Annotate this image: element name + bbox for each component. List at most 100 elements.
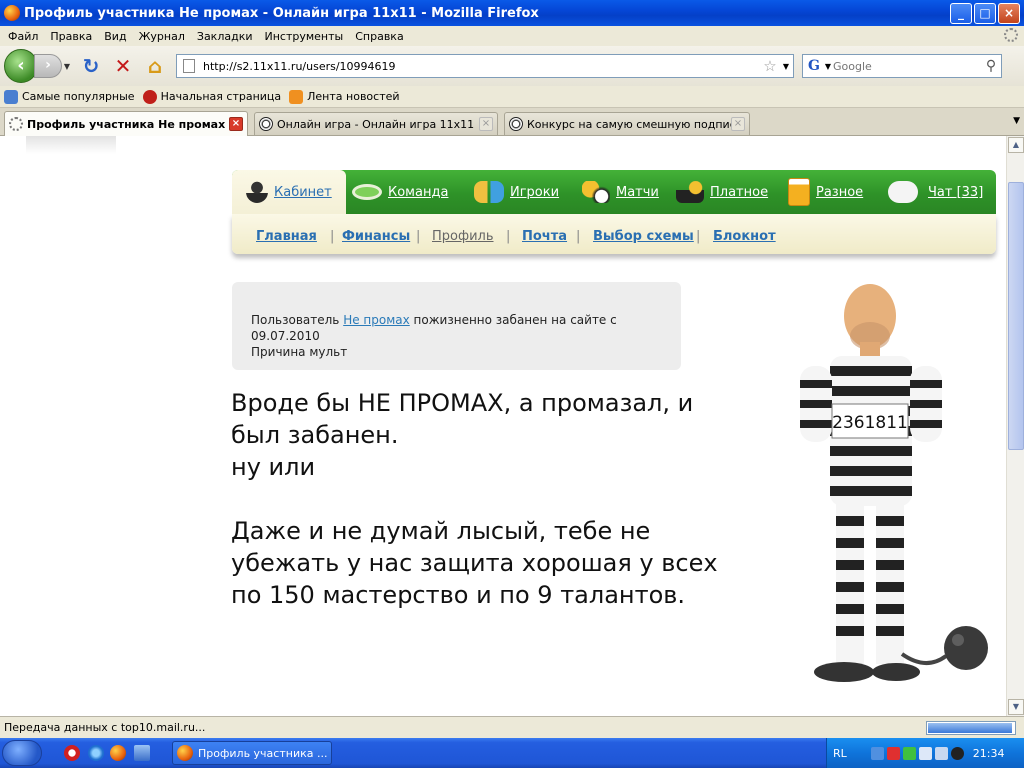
volume-icon[interactable]	[934, 746, 948, 760]
menu-tools[interactable]: Инструменты	[259, 30, 350, 43]
windows-taskbar: Профиль участника ... RL 21:34	[0, 738, 1024, 768]
start-button[interactable]	[2, 740, 42, 766]
bookmark-star-icon[interactable]: ☆	[761, 57, 779, 75]
window-title: Профиль участника Не промах - Онлайн игр…	[24, 5, 539, 21]
url-text[interactable]: http://s2.11x11.ru/users/10994619	[203, 60, 761, 73]
network-icon[interactable]	[870, 746, 884, 760]
site-navigation: Кабинет Команда Игроки Матчи Платное Раз…	[232, 170, 996, 260]
menu-file[interactable]: Файл	[2, 30, 44, 43]
menu-help[interactable]: Справка	[349, 30, 409, 43]
firefox-quicklaunch-icon[interactable]	[110, 745, 126, 761]
opera-quicklaunch-icon[interactable]	[64, 745, 80, 761]
minimize-button[interactable]: _	[950, 2, 972, 24]
nav-label: Кабинет	[274, 184, 332, 200]
menu-view[interactable]: Вид	[98, 30, 132, 43]
nav-label: Чат [33]	[928, 184, 984, 200]
tab-label: Онлайн игра - Онлайн игра 11x11	[277, 117, 475, 131]
url-dropdown-icon[interactable]: ▼	[779, 62, 793, 71]
nav-team[interactable]: Команда	[352, 170, 448, 214]
nav-cabinet[interactable]: Кабинет	[232, 170, 346, 214]
reload-button[interactable]: ↻	[78, 53, 104, 79]
search-box[interactable]: G ▼ ⚲	[802, 54, 1002, 78]
menu-bookmarks[interactable]: Закладки	[191, 30, 259, 43]
subnav-mail[interactable]: Почта	[522, 229, 567, 244]
bookmark-label: Лента новостей	[307, 90, 400, 103]
nav-misc[interactable]: Разное	[788, 170, 863, 214]
header-shadow	[26, 136, 116, 154]
nav-label: Матчи	[616, 184, 659, 200]
nav-players[interactable]: Игроки	[474, 170, 559, 214]
start-page-icon	[142, 89, 157, 104]
subnav-home[interactable]: Главная	[256, 229, 317, 244]
search-icon[interactable]: ⚲	[981, 58, 1001, 74]
nav-label: Игроки	[510, 184, 560, 200]
trophy-icon	[582, 181, 610, 203]
nav-matches[interactable]: Матчи	[582, 170, 659, 214]
close-button[interactable]: ×	[998, 2, 1020, 24]
bookmark-start-page[interactable]: Начальная страница	[142, 89, 282, 104]
profile-message: Вроде бы НЕ ПРОМАХ, а промазал, и был за…	[231, 389, 718, 609]
football-icon	[509, 117, 523, 131]
loading-tab-icon	[9, 117, 23, 131]
page-icon	[183, 59, 195, 73]
update-icon[interactable]	[902, 746, 916, 760]
status-message: Передача данных с top10.mail.ru...	[4, 721, 206, 734]
tab-profile[interactable]: Профиль участника Не промах -... ×	[4, 111, 248, 136]
subnav-scheme[interactable]: Выбор схемы	[593, 229, 694, 244]
banned-user-link[interactable]: Не промах	[343, 313, 410, 327]
monitor-icon[interactable]	[918, 746, 932, 760]
search-input[interactable]	[833, 59, 981, 73]
taskbar-firefox-window[interactable]: Профиль участника ...	[172, 741, 332, 765]
forward-button[interactable]: ›	[34, 54, 62, 78]
stop-button[interactable]: ✕	[110, 53, 136, 79]
tab-bar: Профиль участника Не промах -... × Онлай…	[0, 108, 1024, 136]
ie-quicklaunch-icon[interactable]	[88, 745, 104, 761]
tab-close-icon[interactable]: ×	[479, 117, 493, 131]
bookmark-label: Начальная страница	[160, 90, 282, 103]
vertical-scrollbar[interactable]: ▲ ▼	[1006, 136, 1024, 716]
window-titlebar[interactable]: Профиль участника Не промах - Онлайн игр…	[0, 0, 1024, 26]
scrollbar-thumb[interactable]	[1008, 182, 1024, 450]
language-indicator[interactable]: RL	[833, 747, 847, 760]
progress-fill	[928, 722, 1012, 733]
back-button[interactable]: ‹	[4, 49, 38, 83]
user-icon	[246, 181, 268, 203]
subnav-profile[interactable]: Профиль	[432, 229, 494, 244]
bookmark-label: Самые популярные	[22, 90, 135, 103]
nav-paid[interactable]: Платное	[676, 170, 768, 214]
menu-edit[interactable]: Правка	[44, 30, 98, 43]
tab-close-icon[interactable]: ×	[229, 117, 243, 131]
antivirus-icon[interactable]	[886, 746, 900, 760]
prisoner-illustration: 2361811	[800, 284, 988, 682]
maximize-button[interactable]: □	[974, 2, 996, 24]
tab-close-icon[interactable]: ×	[731, 117, 745, 131]
subnav-separator: |	[696, 229, 701, 244]
search-engine-icon[interactable]: G	[805, 57, 823, 75]
scroll-up-icon[interactable]: ▲	[1008, 137, 1024, 153]
tab-contest[interactable]: Конкурс на самую смешную подпись ... ×	[504, 112, 750, 135]
menu-history[interactable]: Журнал	[133, 30, 191, 43]
ban-prefix: Пользователь	[251, 313, 344, 327]
nav-chat[interactable]: Чат [33]	[888, 170, 983, 214]
firefox-icon	[4, 5, 20, 21]
bookmark-most-visited[interactable]: Самые популярные	[4, 89, 135, 104]
home-button[interactable]: ⌂	[142, 53, 168, 79]
tab-list-dropdown-icon[interactable]: ▼	[1013, 116, 1020, 126]
football-icon	[259, 117, 273, 131]
system-tray: RL 21:34	[826, 738, 1024, 768]
firefox-icon	[177, 745, 193, 761]
search-engine-dropdown-icon[interactable]: ▼	[823, 62, 833, 71]
subnav-notebook[interactable]: Блокнот	[713, 229, 776, 244]
most-visited-icon	[4, 89, 18, 104]
history-dropdown-icon[interactable]: ▼	[62, 62, 72, 71]
media-icon[interactable]	[950, 746, 964, 760]
tab-online-game[interactable]: Онлайн игра - Онлайн игра 11x11 ×	[254, 112, 498, 135]
bookmark-news-feed[interactable]: Лента новостей	[289, 89, 400, 104]
nav-label: Разное	[816, 184, 864, 200]
url-bar[interactable]: http://s2.11x11.ru/users/10994619 ☆ ▼	[176, 54, 794, 78]
navigation-toolbar: ‹ › ▼ ↻ ✕ ⌂ http://s2.11x11.ru/users/109…	[0, 46, 1024, 86]
desktop-quicklaunch-icon[interactable]	[134, 745, 150, 761]
subnav-finances[interactable]: Финансы	[342, 229, 410, 244]
scroll-down-icon[interactable]: ▼	[1008, 699, 1024, 715]
subnav-separator: |	[330, 229, 335, 244]
